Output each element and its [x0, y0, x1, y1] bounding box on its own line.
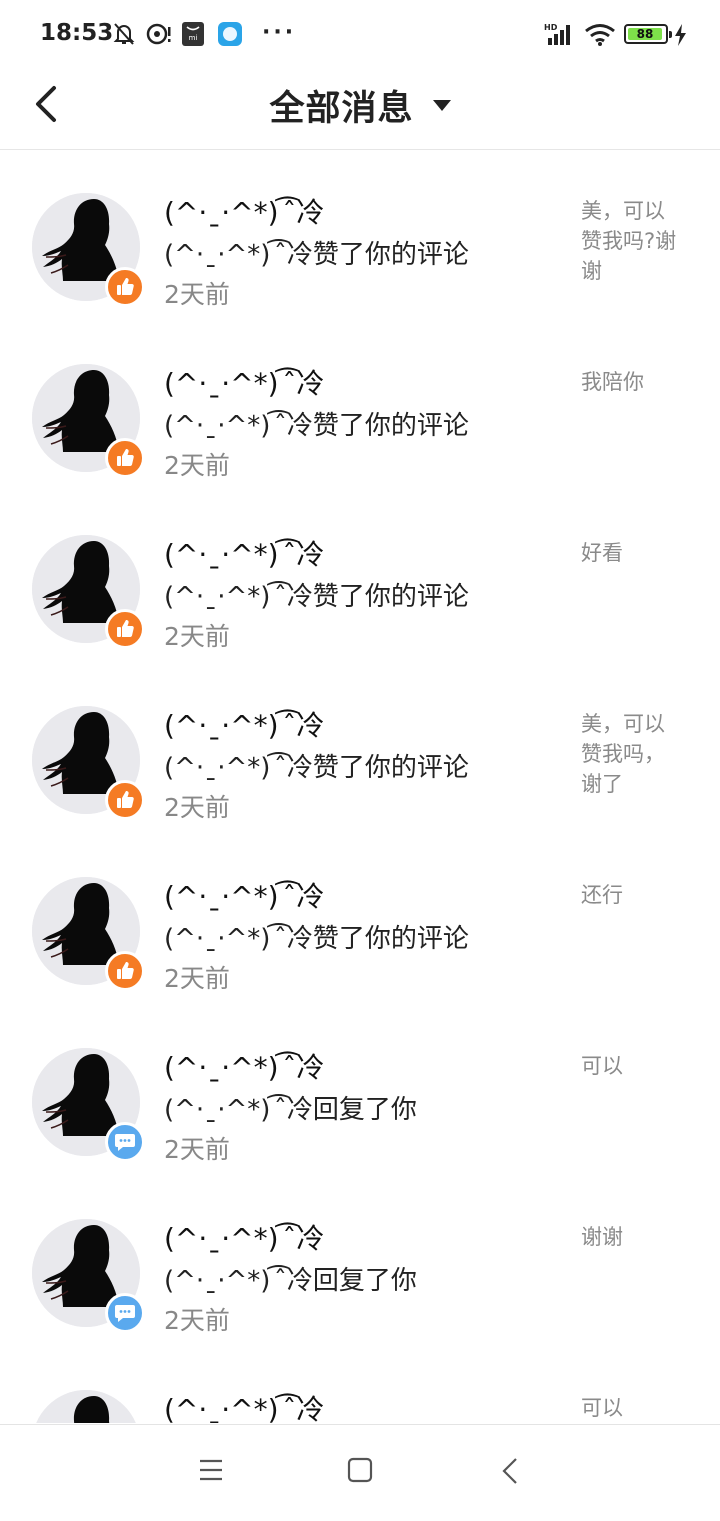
comment-preview[interactable]: 可以	[581, 1051, 681, 1081]
thumbs-up-icon	[117, 791, 134, 808]
comment-preview[interactable]: 还行	[581, 880, 681, 910]
message-action: (^·ˍ·^*) ͡ ̂冷赞了你的评论	[164, 582, 469, 612]
mute-bell-icon	[113, 23, 135, 45]
thumbs-up-icon	[117, 449, 134, 466]
system-nav-bar	[0, 1424, 720, 1521]
svg-text:mi: mi	[189, 34, 198, 42]
app-notification-icon	[218, 22, 242, 46]
message-item[interactable]: (^·ˍ·^*) ͡ ̂冷 (^·ˍ·^*) ͡ ̂冷赞了你的评论 2天前 好看	[0, 493, 720, 664]
charging-icon	[675, 24, 686, 46]
comment-preview[interactable]: 美，可以赞我吗，谢了	[581, 709, 681, 799]
sender-name[interactable]: (^·ˍ·^*) ͡ ̂冷	[164, 533, 324, 573]
comment-preview[interactable]: 谢谢	[581, 1222, 681, 1252]
like-badge	[105, 438, 145, 478]
message-action: (^·ˍ·^*) ͡ ̂冷赞了你的评论	[164, 240, 469, 270]
message-item[interactable]: (^·ˍ·^*) ͡ ̂冷 (^·ˍ·^*) ͡ ̂冷赞了你的评论 2天前 美，…	[0, 664, 720, 835]
status-bar: 18:53 mi ··· HD 88	[0, 0, 720, 68]
message-item[interactable]: (^·ˍ·^*) ͡ ̂冷 (^·ˍ·^*) ͡ ̂冷回复了你 2天前 谢谢	[0, 1177, 720, 1348]
sender-name[interactable]: (^·ˍ·^*) ͡ ̂冷	[164, 1046, 324, 1086]
message-list[interactable]: (^·ˍ·^*) ͡ ̂冷 (^·ˍ·^*) ͡ ̂冷赞了你的评论 2天前 美，…	[0, 151, 720, 1423]
thumbs-up-icon	[117, 278, 134, 295]
message-time: 2天前	[164, 1135, 230, 1164]
menu-icon[interactable]	[198, 1457, 224, 1483]
message-item[interactable]: (^·ˍ·^*) ͡ ̂冷 (^·ˍ·^*) ͡ ̂冷赞了你的评论 2天前 美，…	[0, 151, 720, 322]
svg-text:HD: HD	[544, 23, 558, 32]
sender-name[interactable]: (^·ˍ·^*) ͡ ̂冷	[164, 875, 324, 915]
comment-preview[interactable]: 美，可以赞我吗?谢谢	[581, 196, 681, 286]
nav-back-button[interactable]	[500, 1457, 522, 1485]
mi-store-icon: mi	[182, 22, 204, 46]
battery-level: 88	[628, 28, 662, 41]
page-title: 全部消息	[269, 89, 414, 129]
message-item[interactable]: (^·ˍ·^*) ͡ ̂冷 (^·ˍ·^*) ͡ ̂冷赞了你的评论 2天前 我陪…	[0, 322, 720, 493]
avatar[interactable]	[32, 1390, 140, 1423]
message-item[interactable]: (^·ˍ·^*) ͡ ̂冷 (^·ˍ·^*) ͡ ̂冷回复了你 2天前 可以	[0, 1006, 720, 1177]
message-action: (^·ˍ·^*) ͡ ̂冷赞了你的评论	[164, 753, 469, 783]
title-dropdown[interactable]: 全部消息	[0, 80, 720, 131]
reply-badge	[105, 1122, 145, 1162]
reply-badge	[105, 1293, 145, 1333]
message-action: (^·ˍ·^*) ͡ ̂冷赞了你的评论	[164, 411, 469, 441]
chat-bubble-icon	[115, 1305, 135, 1322]
like-badge	[105, 609, 145, 649]
sender-name[interactable]: (^·ˍ·^*) ͡ ̂冷	[164, 1217, 324, 1257]
message-item[interactable]: (^·ˍ·^*) ͡ ̂冷 可以	[0, 1348, 720, 1423]
message-time: 2天前	[164, 793, 230, 822]
signal-icon: HD	[544, 23, 570, 45]
message-time: 2天前	[164, 280, 230, 309]
status-time: 18:53	[40, 20, 114, 46]
like-badge	[105, 780, 145, 820]
like-badge	[105, 951, 145, 991]
more-notifications-icon: ···	[262, 20, 297, 45]
battery-icon: 88	[624, 24, 672, 44]
message-time: 2天前	[164, 1306, 230, 1335]
thumbs-up-icon	[117, 962, 134, 979]
message-time: 2天前	[164, 451, 230, 480]
home-button[interactable]	[347, 1457, 373, 1483]
message-action: (^·ˍ·^*) ͡ ̂冷回复了你	[164, 1095, 417, 1125]
header: 全部消息	[0, 68, 720, 150]
sender-name[interactable]: (^·ˍ·^*) ͡ ̂冷	[164, 1388, 324, 1423]
caret-down-icon	[432, 100, 451, 111]
message-time: 2天前	[164, 622, 230, 651]
comment-preview[interactable]: 我陪你	[581, 367, 681, 397]
comment-preview[interactable]: 好看	[581, 538, 681, 568]
music-notification-icon	[146, 23, 171, 45]
chat-bubble-icon	[115, 1134, 135, 1151]
message-action: (^·ˍ·^*) ͡ ̂冷回复了你	[164, 1266, 417, 1296]
comment-preview[interactable]: 可以	[581, 1393, 681, 1423]
message-action: (^·ˍ·^*) ͡ ̂冷赞了你的评论	[164, 924, 469, 954]
sender-name[interactable]: (^·ˍ·^*) ͡ ̂冷	[164, 704, 324, 744]
thumbs-up-icon	[117, 620, 134, 637]
sender-name[interactable]: (^·ˍ·^*) ͡ ̂冷	[164, 191, 324, 231]
sender-name[interactable]: (^·ˍ·^*) ͡ ̂冷	[164, 362, 324, 402]
message-time: 2天前	[164, 964, 230, 993]
like-badge	[105, 267, 145, 307]
message-item[interactable]: (^·ˍ·^*) ͡ ̂冷 (^·ˍ·^*) ͡ ̂冷赞了你的评论 2天前 还行	[0, 835, 720, 1006]
wifi-icon	[585, 24, 615, 46]
